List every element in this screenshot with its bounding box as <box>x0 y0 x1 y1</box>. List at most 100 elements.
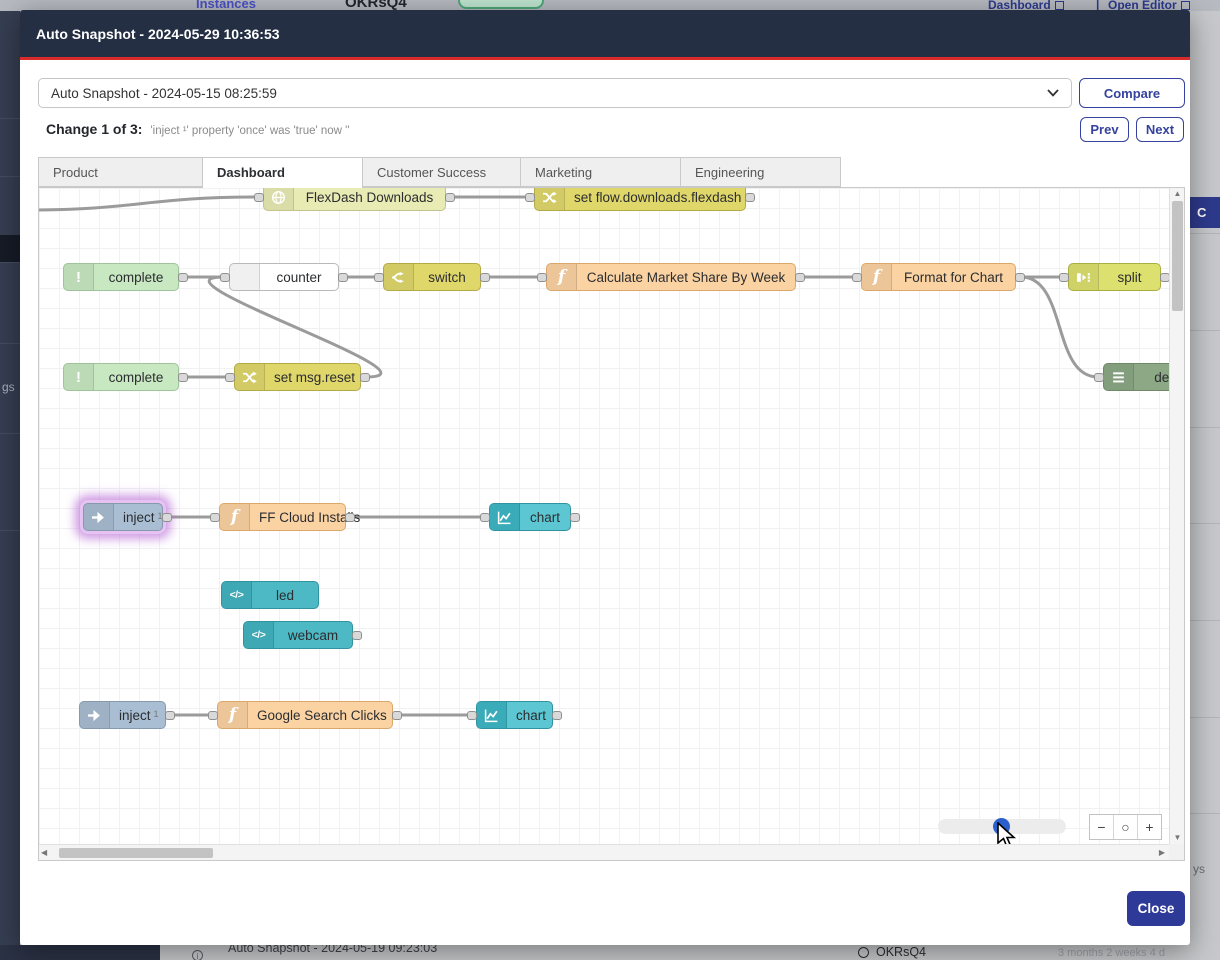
horizontal-scroll-thumb[interactable] <box>59 848 213 858</box>
zoom-out-button[interactable]: − <box>1090 815 1114 839</box>
globe-icon <box>858 947 869 958</box>
tab-engineering[interactable]: Engineering <box>681 157 841 187</box>
flow-node-webcam[interactable]: </>webcam <box>243 621 353 649</box>
change-summary: Change 1 of 3:'inject ¹' property 'once'… <box>46 121 350 137</box>
icon-band <box>230 264 260 290</box>
snapshot-dialog: Auto Snapshot - 2024-05-29 10:36:53 Auto… <box>20 10 1190 945</box>
zoom-reset-button[interactable]: ○ <box>1114 815 1138 839</box>
flow-node-google[interactable]: fGoogle Search Clicks <box>217 701 393 729</box>
flow-wire <box>209 277 381 377</box>
node-label: webcam <box>274 622 352 648</box>
flow-node-inject2[interactable]: inject1 <box>79 701 166 729</box>
flow-node-counter[interactable]: counter <box>229 263 339 291</box>
flow-node-debug1[interactable]: debug <box>1103 363 1169 391</box>
node-port-out <box>445 193 455 202</box>
flow-node-complete1[interactable]: !complete <box>63 263 179 291</box>
node-port-in <box>480 513 490 522</box>
scroll-down-arrow[interactable]: ▼ <box>1170 832 1185 844</box>
node-label: led <box>252 582 318 608</box>
tab-customer-success[interactable]: Customer Success <box>363 157 521 187</box>
node-port-out <box>165 711 175 720</box>
node-label: FlexDash Downloads <box>294 188 445 210</box>
node-port-in <box>1094 373 1104 382</box>
change-detail: 'inject ¹' property 'once' was 'true' no… <box>150 125 349 137</box>
dialog-title: Auto Snapshot - 2024-05-29 10:36:53 <box>36 26 280 42</box>
node-port-in <box>254 193 264 202</box>
node-label: inject1 <box>110 702 168 728</box>
prev-button[interactable]: Prev <box>1080 117 1129 142</box>
flow-node-flexdash[interactable]: FlexDash Downloads <box>263 188 446 211</box>
flow-node-led[interactable]: </>led <box>221 581 319 609</box>
scroll-right-arrow[interactable]: ▶ <box>1159 847 1165 859</box>
node-port-out <box>392 711 402 720</box>
scroll-up-arrow[interactable]: ▲ <box>1170 188 1185 200</box>
flow-node-split1[interactable]: split <box>1068 263 1161 291</box>
snapshot-age-text: 3 months 2 weeks 4 d <box>1058 947 1165 959</box>
tab-marketing[interactable]: Marketing <box>521 157 681 187</box>
flow-node-calc[interactable]: fCalculate Market Share By Week <box>546 263 796 291</box>
background-page-bottom: i Auto Snapshot - 2024-05-19 09:23:03 OK… <box>0 945 1220 960</box>
horizontal-scrollbar[interactable]: ◀ ▶ <box>39 844 1169 860</box>
node-port-out <box>552 711 562 720</box>
function-icon: f <box>218 702 248 728</box>
node-port-out <box>178 373 188 382</box>
flow-node-chart1[interactable]: chart <box>489 503 571 531</box>
next-button[interactable]: Next <box>1136 117 1184 142</box>
scroll-left-arrow[interactable]: ◀ <box>41 847 47 859</box>
background-page-right: C ys <box>1190 11 1220 945</box>
project-name-bottom: OKRsQ4 <box>876 945 926 959</box>
flow-canvas[interactable]: FlexDash Downloads set flow.downloads.fle… <box>39 188 1169 844</box>
mouse-cursor <box>996 822 1018 844</box>
node-port-in <box>852 273 862 282</box>
close-button[interactable]: Close <box>1127 891 1185 926</box>
change-icon <box>535 188 565 210</box>
flow-node-switch1[interactable]: switch <box>383 263 481 291</box>
node-label: switch <box>414 264 480 290</box>
vertical-scrollbar[interactable]: ▲ ▼ <box>1169 188 1184 844</box>
node-port-in <box>208 711 218 720</box>
flow-node-chart2[interactable]: chart <box>476 701 553 729</box>
sidebar-clipped-label: gs <box>2 380 15 394</box>
clipped-right-text: ys <box>1193 862 1205 876</box>
tab-product[interactable]: Product <box>38 157 203 187</box>
node-label: set msg.reset <box>265 364 364 390</box>
node-port-in <box>1059 273 1069 282</box>
scrollbar-corner <box>1169 844 1184 860</box>
flow-node-ff[interactable]: fFF Cloud Installs <box>219 503 346 531</box>
node-port-in <box>537 273 547 282</box>
flow-node-setmsg[interactable]: set msg.reset <box>234 363 361 391</box>
flow-node-complete2[interactable]: !complete <box>63 363 179 391</box>
node-label: debug <box>1134 364 1169 390</box>
chart-icon <box>477 702 507 728</box>
zoom-controls: − ○ + <box>1089 814 1162 840</box>
external-link-icon <box>1181 1 1190 10</box>
flow-node-inject1[interactable]: inject1 <box>83 503 163 531</box>
chart-icon <box>490 504 520 530</box>
node-port-out <box>338 273 348 282</box>
node-port-out <box>795 273 805 282</box>
complete-icon: ! <box>64 264 94 290</box>
background-sidebar: gs <box>0 0 20 960</box>
split-icon <box>1069 264 1099 290</box>
snapshot-row-text: Auto Snapshot - 2024-05-19 09:23:03 <box>228 945 437 955</box>
node-port-out <box>162 513 172 522</box>
tab-dashboard[interactable]: Dashboard <box>203 157 363 188</box>
node-port-out <box>480 273 490 282</box>
dialog-header: Auto Snapshot - 2024-05-29 10:36:53 <box>20 10 1190 60</box>
debug-icon <box>1104 364 1134 390</box>
external-link-icon <box>1055 1 1064 10</box>
node-port-in <box>374 273 384 282</box>
template-icon: </> <box>222 582 252 608</box>
vertical-scroll-thumb[interactable] <box>1172 201 1183 311</box>
node-port-out <box>745 193 755 202</box>
compare-button[interactable]: Compare <box>1079 78 1185 108</box>
clipped-blue-button: C <box>1190 197 1220 228</box>
change-icon <box>235 364 265 390</box>
function-icon: f <box>862 264 892 290</box>
node-port-in <box>467 711 477 720</box>
zoom-in-button[interactable]: + <box>1138 815 1161 839</box>
flow-node-setflow[interactable]: set flow.downloads.flexdash <box>534 188 746 211</box>
flow-node-format[interactable]: fFormat for Chart <box>861 263 1016 291</box>
flow-wire <box>39 197 258 210</box>
snapshot-select[interactable]: Auto Snapshot - 2024-05-15 08:25:59 <box>38 78 1072 108</box>
